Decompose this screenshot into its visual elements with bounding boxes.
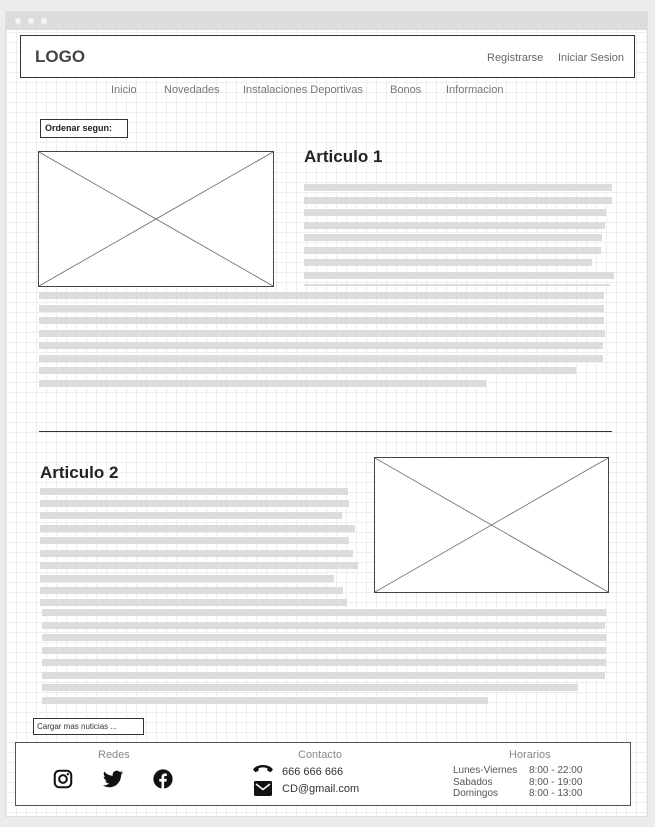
logo[interactable]: LOGO [35, 47, 85, 67]
email-icon [254, 781, 272, 796]
text-line-placeholder [304, 234, 602, 241]
instagram-icon[interactable] [52, 768, 74, 790]
window-dot-icon [28, 18, 34, 24]
text-line-placeholder [39, 380, 486, 387]
article-1-title[interactable]: Articulo 1 [304, 147, 382, 167]
hours-row: Lunes-Viernes 8:00 - 22:00 [453, 765, 582, 776]
text-line-placeholder [42, 622, 605, 629]
text-line-placeholder [42, 659, 606, 666]
text-line-placeholder [39, 305, 604, 312]
window-dot-icon [41, 18, 47, 24]
nav-item-inicio[interactable]: Inicio [111, 84, 137, 96]
text-line-placeholder [40, 575, 334, 582]
contact-heading: Contacto [298, 749, 343, 761]
text-line-placeholder [39, 355, 603, 362]
nav-item-bonos[interactable]: Bonos [390, 84, 421, 96]
text-line-placeholder [304, 259, 592, 266]
text-line-placeholder [304, 272, 614, 279]
register-link[interactable]: Registrarse [487, 52, 543, 64]
window-titlebar [6, 12, 647, 30]
phone-icon [253, 765, 273, 773]
text-line-placeholder [304, 222, 605, 229]
article-2-title[interactable]: Articulo 2 [40, 463, 118, 483]
nav-item-novedades[interactable]: Novedades [164, 84, 220, 96]
social-heading: Redes [98, 749, 130, 761]
phone-number[interactable]: 666 666 666 [282, 766, 343, 778]
text-line-placeholder [40, 550, 353, 557]
text-line-placeholder [40, 562, 358, 569]
hours-time: 8:00 - 13:00 [529, 788, 583, 799]
hours-heading: Horarios [509, 749, 551, 761]
text-line-placeholder [42, 634, 606, 641]
text-line-placeholder [40, 587, 343, 594]
text-line-placeholder [42, 684, 578, 691]
article-1-image-placeholder [38, 151, 274, 287]
hours-time: 8:00 - 22:00 [529, 765, 583, 776]
hours-row: Sabados 8:00 - 19:00 [453, 777, 582, 788]
text-line-placeholder [39, 367, 576, 374]
text-line-placeholder [42, 609, 606, 616]
site-footer: Redes Contacto 666 666 666 CD@gmail.com … [15, 742, 631, 806]
text-line-placeholder [40, 488, 348, 495]
email-address[interactable]: CD@gmail.com [282, 783, 359, 795]
text-line-placeholder [39, 292, 604, 299]
hours-day: Domingos [453, 788, 499, 799]
text-line-placeholder [304, 184, 612, 191]
hours-day: Sabados [453, 777, 493, 788]
text-line-placeholder [42, 672, 605, 679]
login-link[interactable]: Iniciar Sesion [558, 52, 624, 64]
text-line-placeholder [304, 284, 610, 286]
text-line-placeholder [42, 647, 606, 654]
hours-day: Lunes-Viernes [453, 765, 518, 776]
text-line-placeholder [304, 197, 612, 204]
nav-item-informacion[interactable]: Informacion [446, 84, 503, 96]
article-2-image-placeholder [374, 457, 609, 593]
site-header: LOGO Registrarse Iniciar Sesion [20, 35, 635, 78]
text-line-placeholder [304, 247, 601, 254]
twitter-icon[interactable] [102, 768, 124, 790]
text-line-placeholder [40, 525, 355, 532]
sort-button[interactable]: Ordenar segun: [40, 119, 128, 138]
text-line-placeholder [40, 537, 349, 544]
browser-window: LOGO Registrarse Iniciar Sesion Inicio N… [5, 11, 648, 817]
facebook-icon[interactable] [152, 768, 174, 790]
text-line-placeholder [40, 500, 349, 507]
hours-row: Domingos 8:00 - 13:00 [453, 788, 582, 799]
text-line-placeholder [40, 599, 347, 606]
text-line-placeholder [40, 512, 342, 519]
text-line-placeholder [42, 697, 488, 704]
window-dot-icon [15, 18, 21, 24]
text-line-placeholder [39, 342, 603, 349]
article-divider [39, 431, 612, 432]
text-line-placeholder [39, 317, 604, 324]
nav-item-instalaciones[interactable]: Instalaciones Deportivas [243, 84, 363, 96]
text-line-placeholder [39, 330, 605, 337]
hours-time: 8:00 - 19:00 [529, 777, 583, 788]
load-more-button[interactable]: Cargar mas nuticias ... [33, 718, 144, 735]
text-line-placeholder [304, 209, 606, 216]
